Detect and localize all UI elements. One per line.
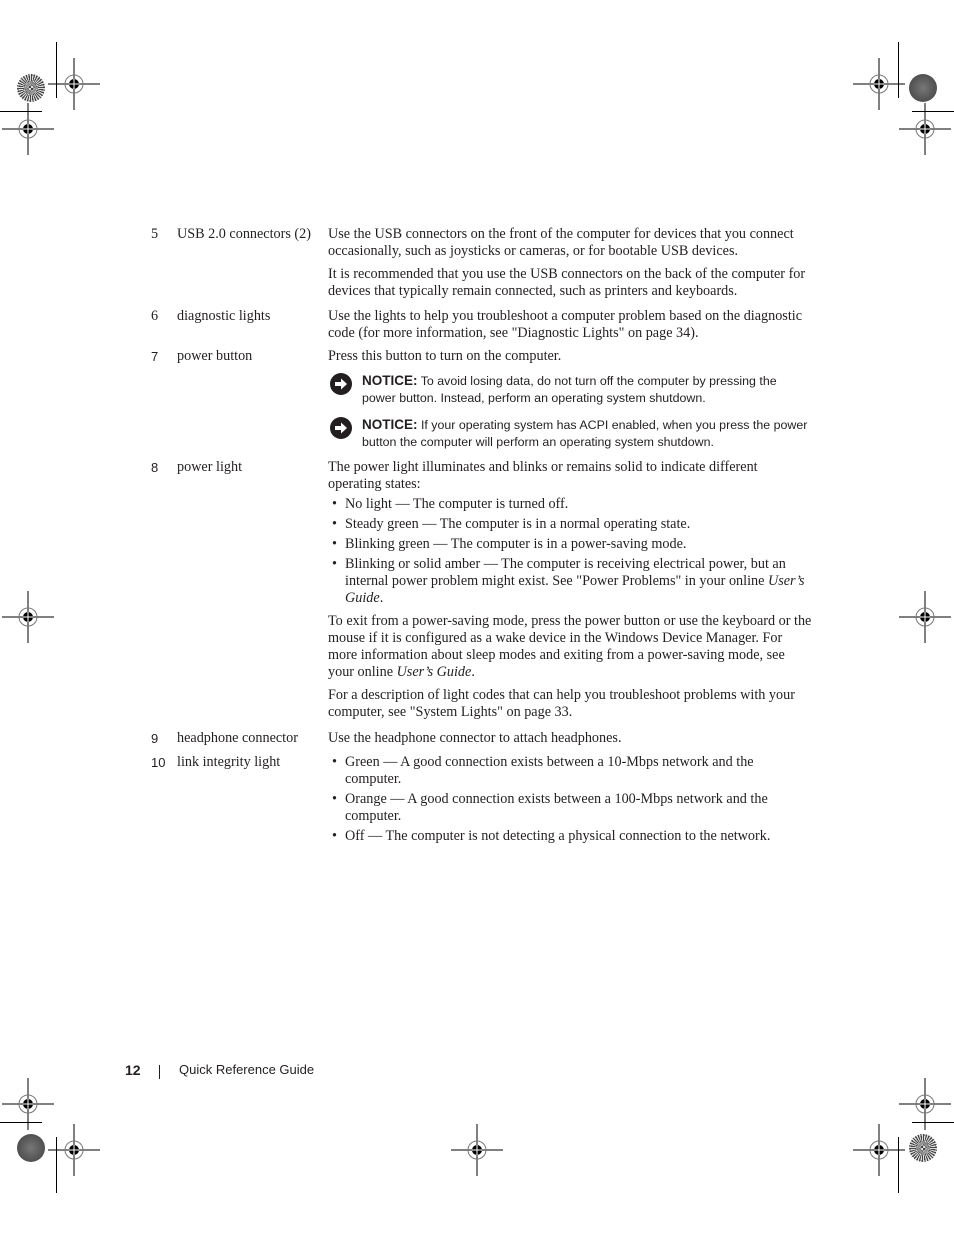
- description-paragraph: Use the headphone connector to attach he…: [328, 730, 622, 746]
- registration-mark-icon: [2, 591, 54, 643]
- color-star-mark: [17, 74, 45, 102]
- item-number: 10: [151, 755, 166, 770]
- registration-mark-icon: [451, 1124, 503, 1176]
- item-description: Use the headphone connector to attach he…: [328, 730, 813, 753]
- crop-mark: [56, 1137, 57, 1193]
- bullet-icon: •: [332, 828, 337, 844]
- crop-mark: [0, 111, 42, 112]
- description-paragraph: Use the USB connectors on the front of t…: [328, 226, 794, 259]
- item-name: diagnostic lights: [177, 308, 271, 324]
- crop-mark: [56, 42, 57, 98]
- footer-title: Quick Reference Guide: [179, 1062, 315, 1077]
- list-item: • Blinking or solid amber — The computer …: [332, 556, 805, 606]
- list-item: • Orange — A good connection exists betwe…: [332, 791, 768, 824]
- page-number: 12: [125, 1062, 141, 1078]
- description-paragraph: To exit from a power-saving mode, press …: [328, 613, 812, 680]
- color-star-mark: [17, 1134, 45, 1162]
- crop-mark: [898, 42, 899, 98]
- bullet-list: • No light — The computer is turned off. …: [328, 496, 813, 607]
- crop-mark: [0, 1122, 42, 1123]
- bullet-icon: •: [332, 556, 337, 572]
- crop-mark: [912, 111, 954, 112]
- item-number: 9: [151, 731, 159, 746]
- item-number: 8: [151, 460, 159, 475]
- color-star-mark: [909, 1134, 937, 1162]
- item-name: link integrity light: [177, 754, 281, 770]
- bullet-icon: •: [332, 496, 337, 512]
- footer-separator: [159, 1065, 160, 1079]
- item-description: Use the USB connectors on the front of t…: [328, 226, 813, 306]
- list-item: • Steady green — The computer is in a nor…: [332, 516, 691, 532]
- item-number: 6: [151, 308, 159, 324]
- notice-box: NOTICE: To avoid losing data, do not tur…: [328, 372, 813, 407]
- color-star-mark: [909, 74, 937, 102]
- notice-text: If your operating system has ACPI enable…: [362, 418, 808, 449]
- list-item: • No light — The computer is turned off.: [332, 496, 569, 512]
- description-paragraph: For a description of light codes that ca…: [328, 687, 795, 720]
- item-description: The power light illuminates and blinks o…: [328, 459, 813, 727]
- item-number: 5: [151, 226, 159, 242]
- item-number: 7: [151, 349, 159, 364]
- crop-mark: [898, 1137, 899, 1193]
- item-description: • Green — A good connection exists betwee…: [328, 754, 813, 848]
- bullet-icon: •: [332, 754, 337, 770]
- users-guide-ref: User’s Guide: [396, 664, 472, 680]
- item-name: power button: [177, 348, 253, 364]
- notice-label: NOTICE:: [362, 373, 418, 388]
- registration-mark-icon: [899, 591, 951, 643]
- bullet-icon: •: [332, 536, 337, 552]
- item-description: Press this button to turn on the compute…: [328, 348, 813, 460]
- list-item: • Off — The computer is not detecting a p…: [332, 828, 771, 844]
- notice-arrow-icon: [330, 373, 352, 395]
- item-name: headphone connector: [177, 730, 298, 746]
- crop-mark: [912, 1122, 954, 1123]
- notice-label: NOTICE:: [362, 417, 418, 432]
- item-name: USB 2.0 connectors (2): [177, 226, 311, 242]
- notice-text: To avoid losing data, do not turn off th…: [362, 374, 777, 405]
- description-paragraph: It is recommended that you use the USB c…: [328, 266, 806, 299]
- bullet-icon: •: [332, 516, 337, 532]
- notice-box: NOTICE: If your operating system has ACP…: [328, 416, 813, 451]
- bullet-icon: •: [332, 791, 337, 807]
- list-item: • Green — A good connection exists betwee…: [332, 754, 754, 787]
- description-paragraph: The power light illuminates and blinks o…: [328, 459, 758, 492]
- description-paragraph: Press this button to turn on the compute…: [328, 348, 562, 364]
- item-description: Use the lights to help you troubleshoot …: [328, 308, 813, 348]
- notice-arrow-icon: [330, 417, 352, 439]
- list-item: • Blinking green — The computer is in a p…: [332, 536, 687, 552]
- description-paragraph: Use the lights to help you troubleshoot …: [328, 308, 803, 341]
- item-name: power light: [177, 459, 243, 475]
- bullet-list: • Green — A good connection exists betwee…: [328, 754, 813, 845]
